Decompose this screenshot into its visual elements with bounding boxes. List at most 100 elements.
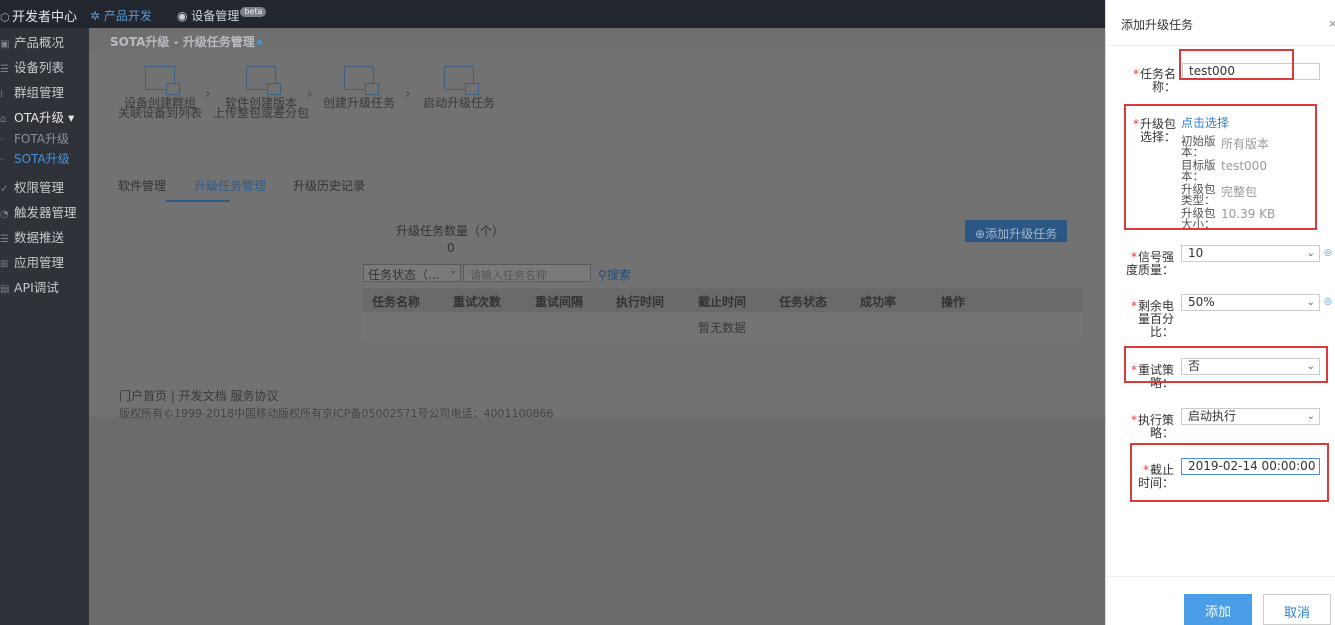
sidebar-item-data-push[interactable]: ☰ 数据推送: [0, 227, 64, 246]
tab-history[interactable]: 升级历史记录: [293, 177, 365, 194]
col-success-rate: 成功率: [860, 295, 897, 309]
trigger-icon: ◔: [0, 209, 9, 220]
execute-label: *执行策略：: [1130, 413, 1174, 440]
document-icon: [246, 66, 281, 95]
info-icon[interactable]: ◎: [1324, 248, 1332, 258]
sidebar-item-ota[interactable]: ⌂ OTA升级 ▾: [0, 107, 74, 126]
table-body: 暂无数据: [363, 312, 1083, 340]
add-task-button[interactable]: ⊕添加升级任务: [965, 220, 1067, 242]
info-dot-icon: [256, 40, 262, 45]
product-icon: ▣: [0, 39, 10, 50]
col-actions: 操作: [941, 295, 966, 309]
sidebar-item-fota[interactable]: · FOTA升级: [0, 130, 69, 147]
chevron-down-icon: ⌄: [1306, 248, 1315, 259]
task-search-input[interactable]: 请输入任务名称: [463, 264, 591, 282]
list-icon: ☰: [0, 64, 9, 75]
chevron-right-icon: ›: [205, 86, 211, 102]
step-create-group: 设备创建群组 关联设备到列表: [117, 66, 203, 119]
chevron-right-icon: ›: [307, 86, 313, 102]
app-icon: ⊞: [0, 259, 9, 270]
nav-device[interactable]: ◉ 设备管理 beta: [177, 7, 267, 24]
document-icon: [344, 66, 379, 95]
brand[interactable]: ⬡ 开发者中心: [0, 6, 77, 25]
ota-icon: ⌂: [0, 114, 7, 125]
divider: [1106, 576, 1335, 577]
step-start-task: 启动升级任务: [419, 66, 499, 109]
battery-select[interactable]: 50% ⌄: [1181, 294, 1320, 311]
chevron-down-icon: ⌄: [449, 266, 457, 276]
drawer-title: 添加升级任务: [1121, 18, 1194, 32]
search-button[interactable]: ⚲搜索: [598, 266, 631, 283]
document-icon: [444, 66, 479, 95]
plus-icon: ⊕: [975, 227, 986, 241]
cancel-button[interactable]: 取消: [1263, 594, 1331, 625]
col-retry-count: 重试次数: [453, 295, 502, 309]
close-icon[interactable]: ×: [1328, 17, 1335, 30]
breadcrumb-bar: SOTA升级 - 升级任务管理: [89, 28, 1105, 54]
device-icon: ◉: [177, 9, 192, 23]
footer: 门户首页 | 开发文档 服务协议 版权所有©1999-2018中国移动版权所有京…: [89, 365, 1105, 420]
signal-label: *信号强度质量：: [1125, 250, 1174, 277]
footer-links[interactable]: 门户首页 | 开发文档 服务协议: [119, 387, 279, 404]
col-exec-time: 执行时间: [616, 295, 665, 309]
task-panel: 升级任务数量（个） 0 ⊕添加升级任务 任务状态（... ⌄ 请输入任务名称 ⚲搜…: [89, 210, 1105, 365]
task-count-label: 升级任务数量（个）: [396, 224, 505, 238]
table-header: 任务名称 重试次数 重试间隔 执行时间 截止时间 任务状态 成功率 操作: [363, 288, 1083, 312]
chevron-down-icon: ⌄: [1306, 297, 1315, 308]
brand-icon: ⬡: [0, 11, 10, 24]
tab-task-management[interactable]: 升级任务管理: [194, 177, 266, 194]
chevron-right-icon: ›: [405, 86, 411, 102]
permission-icon: ✓: [0, 184, 9, 195]
task-count-value: 0: [447, 241, 455, 255]
sidebar-item-device-list[interactable]: ☰ 设备列表: [0, 57, 64, 76]
step-create-version: 软件创建版本 上传整包或差分包: [211, 66, 311, 119]
steps-guide: 设备创建群组 关联设备到列表 › 软件创建版本 上传整包或差分包 › 创建升级任…: [89, 54, 1105, 160]
col-deadline: 截止时间: [698, 295, 747, 309]
status-filter-select[interactable]: 任务状态（... ⌄: [363, 264, 461, 282]
breadcrumb: SOTA升级 - 升级任务管理: [110, 33, 262, 50]
tabs: 软件管理 升级任务管理 升级历史记录: [89, 160, 1105, 210]
api-icon: ▤: [0, 284, 10, 295]
search-icon: ⚲: [598, 268, 607, 282]
main-content: SOTA升级 - 升级任务管理 设备创建群组 关联设备到列表 › 软件创建版本 …: [89, 28, 1105, 625]
dot-icon: ·: [0, 155, 4, 166]
sidebar-item-api[interactable]: ▤ API调试: [0, 277, 59, 296]
execute-select[interactable]: 启动执行 ⌄: [1181, 408, 1320, 425]
sidebar-item-group[interactable]: ⁞ 群组管理: [0, 82, 64, 101]
add-task-drawer: 添加升级任务 × *任务名称： test000 *升级包选择： 点击选择 初始版…: [1105, 0, 1335, 625]
col-retry-interval: 重试间隔: [535, 295, 584, 309]
group-icon: ⁞: [0, 89, 4, 100]
sidebar-item-trigger[interactable]: ◔ 触发器管理: [0, 202, 77, 221]
brand-label: 开发者中心: [12, 10, 78, 25]
highlight-box: [1124, 346, 1328, 383]
nav-product[interactable]: ✲ 产品开发: [90, 7, 152, 24]
document-icon: [145, 66, 180, 95]
col-status: 任务状态: [779, 295, 828, 309]
empty-message: 暂无数据: [698, 321, 747, 335]
battery-label: *剩余电量百分比：: [1130, 299, 1174, 339]
highlight-box: [1179, 49, 1294, 80]
sidebar: ▣ 产品概况 ☰ 设备列表 ⁞ 群组管理 ⌂ OTA升级 ▾ · FOTA升级 · SOTA…: [0, 28, 89, 625]
info-icon[interactable]: ◎: [1324, 297, 1332, 307]
active-tab-indicator: [166, 200, 230, 202]
highlight-box: [1124, 104, 1317, 230]
tab-software[interactable]: 软件管理: [118, 177, 166, 194]
add-button[interactable]: 添加: [1184, 594, 1252, 625]
signal-select[interactable]: 10 ⌄: [1181, 245, 1320, 262]
footer-copyright: 版权所有©1999-2018中国移动版权所有京ICP备05002571号公司电话…: [119, 407, 554, 420]
sidebar-item-sota[interactable]: · SOTA升级: [0, 150, 70, 167]
divider: [1106, 45, 1335, 46]
step-create-task: 创建升级任务: [319, 66, 399, 109]
chevron-down-icon: ▾: [64, 110, 75, 125]
col-task-name: 任务名称: [372, 295, 421, 309]
sidebar-item-app[interactable]: ⊞ 应用管理: [0, 252, 64, 271]
sidebar-item-product-overview[interactable]: ▣ 产品概况: [0, 32, 64, 51]
dot-icon: ·: [0, 135, 4, 146]
highlight-box: [1130, 443, 1329, 502]
push-icon: ☰: [0, 234, 9, 245]
sidebar-item-permission[interactable]: ✓ 权限管理: [0, 177, 64, 196]
task-name-label: *任务名称：: [1132, 67, 1176, 94]
chevron-down-icon: ⌄: [1306, 411, 1315, 422]
beta-badge: beta: [240, 7, 267, 17]
product-dev-icon: ✲: [90, 9, 104, 23]
